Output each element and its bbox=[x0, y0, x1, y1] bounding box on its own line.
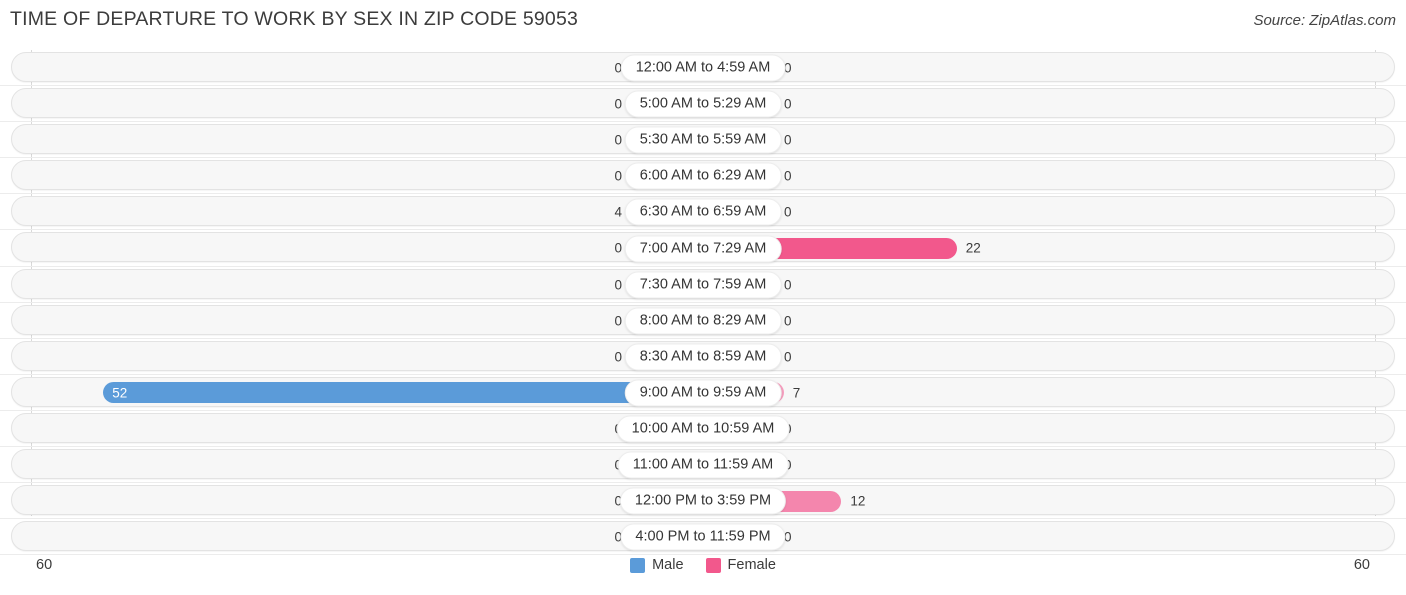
row-female-side: 0 bbox=[703, 201, 1395, 223]
row-female-side: 0 bbox=[703, 129, 1395, 151]
row-female-side: 0 bbox=[703, 526, 1395, 548]
row-category-label: 5:30 AM to 5:59 AM bbox=[624, 126, 782, 154]
row-female-side: 0 bbox=[703, 165, 1395, 187]
legend-label-male: Male bbox=[652, 557, 684, 573]
row-category-label: 7:00 AM to 7:29 AM bbox=[624, 235, 782, 263]
legend-swatch-female-icon bbox=[705, 557, 721, 573]
row-male-side: 0 bbox=[11, 454, 703, 476]
chart-row[interactable]: 4 0 6:30 AM to 6:59 AM bbox=[0, 194, 1406, 231]
legend-swatch-male-icon bbox=[630, 557, 646, 573]
row-male-side: 0 bbox=[11, 346, 703, 368]
row-category-label: 8:00 AM to 8:29 AM bbox=[624, 307, 782, 335]
chart-row[interactable]: 0 22 7:00 AM to 7:29 AM bbox=[0, 230, 1406, 267]
row-male-side: 0 bbox=[11, 526, 703, 548]
bar-male-value: 0 bbox=[614, 96, 622, 112]
bar-female-value: 0 bbox=[784, 132, 792, 148]
bar-male-value: 0 bbox=[614, 313, 622, 329]
row-category-label: 8:30 AM to 8:59 AM bbox=[624, 343, 782, 371]
row-male-side: 0 bbox=[11, 490, 703, 512]
chart-row[interactable]: 52 7 9:00 AM to 9:59 AM bbox=[0, 375, 1406, 411]
row-category-label: 4:00 PM to 11:59 PM bbox=[620, 523, 786, 551]
chart-row[interactable]: 0 0 5:00 AM to 5:29 AM bbox=[0, 86, 1406, 123]
row-female-side: 0 bbox=[703, 274, 1395, 296]
row-category-label: 12:00 AM to 4:59 AM bbox=[620, 54, 786, 82]
row-female-side: 0 bbox=[703, 454, 1395, 476]
chart-row[interactable]: 0 0 7:30 AM to 7:59 AM bbox=[0, 267, 1406, 303]
bar-female-value: 0 bbox=[784, 96, 792, 112]
row-female-side: 0 bbox=[703, 57, 1395, 79]
row-female-side: 0 bbox=[703, 93, 1395, 115]
chart-legend: Male Female bbox=[0, 557, 1406, 573]
row-male-side: 0 bbox=[11, 418, 703, 440]
bar-female-value: 0 bbox=[784, 168, 792, 184]
chart-row[interactable]: 0 0 8:30 AM to 8:59 AM bbox=[0, 339, 1406, 375]
chart-rows: 0 0 12:00 AM to 4:59 AM 0 0 5:00 AM to 5:29 A… bbox=[0, 50, 1406, 556]
source-attribution: Source: ZipAtlas.com bbox=[1253, 12, 1396, 29]
bar-female-value: 12 bbox=[850, 493, 866, 509]
bar-male-value: 0 bbox=[614, 168, 622, 184]
bar-female-value: 0 bbox=[784, 313, 792, 329]
bar-female-value: 0 bbox=[784, 277, 792, 293]
chart-page: TIME OF DEPARTURE TO WORK BY SEX IN ZIP … bbox=[0, 0, 1406, 595]
chart-row[interactable]: 0 0 4:00 PM to 11:59 PM bbox=[0, 519, 1406, 556]
bar-male-value: 0 bbox=[614, 277, 622, 293]
bar-female-value: 0 bbox=[784, 204, 792, 220]
row-female-side: 22 bbox=[703, 237, 1395, 259]
row-male-side: 0 bbox=[11, 129, 703, 151]
row-female-side: 0 bbox=[703, 346, 1395, 368]
chart-row[interactable]: 0 0 12:00 AM to 4:59 AM bbox=[0, 50, 1406, 87]
chart-row[interactable]: 0010:00 AM to 10:59 AM bbox=[0, 411, 1406, 448]
row-category-label: 5:00 AM to 5:29 AM bbox=[624, 90, 782, 118]
chart-row[interactable]: 0 0 5:30 AM to 5:59 AM bbox=[0, 122, 1406, 159]
bar-female-value: 7 bbox=[792, 385, 801, 401]
row-male-side: 0 bbox=[11, 310, 703, 332]
row-category-label: 9:00 AM to 9:59 AM bbox=[624, 379, 782, 407]
row-category-label: 7:30 AM to 7:59 AM bbox=[624, 271, 782, 299]
bar-female-value: 0 bbox=[784, 349, 792, 365]
bar-male-value: 52 bbox=[112, 385, 128, 401]
row-category-label: 6:30 AM to 6:59 AM bbox=[624, 198, 782, 226]
chart-row[interactable]: 0 0 8:00 AM to 8:29 AM bbox=[0, 303, 1406, 339]
chart-plot-area: 0 0 12:00 AM to 4:59 AM 0 0 5:00 AM to 5:29 A… bbox=[0, 44, 1406, 556]
row-female-side: 0 bbox=[703, 418, 1395, 440]
row-female-side: 7 bbox=[703, 382, 1395, 404]
row-category-label: 6:00 AM to 6:29 AM bbox=[624, 162, 782, 190]
row-male-side: 0 bbox=[11, 274, 703, 296]
bar-male-value: 0 bbox=[614, 349, 622, 365]
row-female-side: 0 bbox=[703, 310, 1395, 332]
row-male-side: 0 bbox=[11, 165, 703, 187]
page-title: TIME OF DEPARTURE TO WORK BY SEX IN ZIP … bbox=[10, 8, 579, 30]
chart-row[interactable]: 0011:00 AM to 11:59 AM bbox=[0, 447, 1406, 484]
bar-male-value: 0 bbox=[614, 240, 622, 256]
row-category-label: 12:00 PM to 3:59 PM bbox=[619, 487, 787, 515]
bar-male-value: 0 bbox=[614, 132, 622, 148]
row-male-side: 4 bbox=[11, 201, 703, 223]
row-category-label: 10:00 AM to 10:59 AM bbox=[616, 415, 790, 443]
bar-female-value: 22 bbox=[965, 240, 981, 256]
row-male-side: 0 bbox=[11, 93, 703, 115]
row-female-side: 12 bbox=[703, 490, 1395, 512]
chart-row[interactable]: 0 12 12:00 PM to 3:59 PM bbox=[0, 483, 1406, 520]
chart-footer: 60 60 Male Female bbox=[0, 552, 1406, 595]
row-male-side: 0 bbox=[11, 237, 703, 259]
row-category-label: 11:00 AM to 11:59 AM bbox=[617, 451, 789, 479]
row-male-side: 0 bbox=[11, 57, 703, 79]
row-male-side: 52 bbox=[11, 382, 703, 404]
bar-male[interactable]: 52 bbox=[103, 382, 703, 404]
chart-header: TIME OF DEPARTURE TO WORK BY SEX IN ZIP … bbox=[0, 0, 1406, 44]
bar-male-value: 4 bbox=[614, 204, 622, 220]
legend-item-female[interactable]: Female bbox=[705, 557, 776, 573]
legend-item-male[interactable]: Male bbox=[630, 557, 684, 573]
chart-row[interactable]: 0 0 6:00 AM to 6:29 AM bbox=[0, 158, 1406, 195]
legend-label-female: Female bbox=[727, 557, 776, 573]
